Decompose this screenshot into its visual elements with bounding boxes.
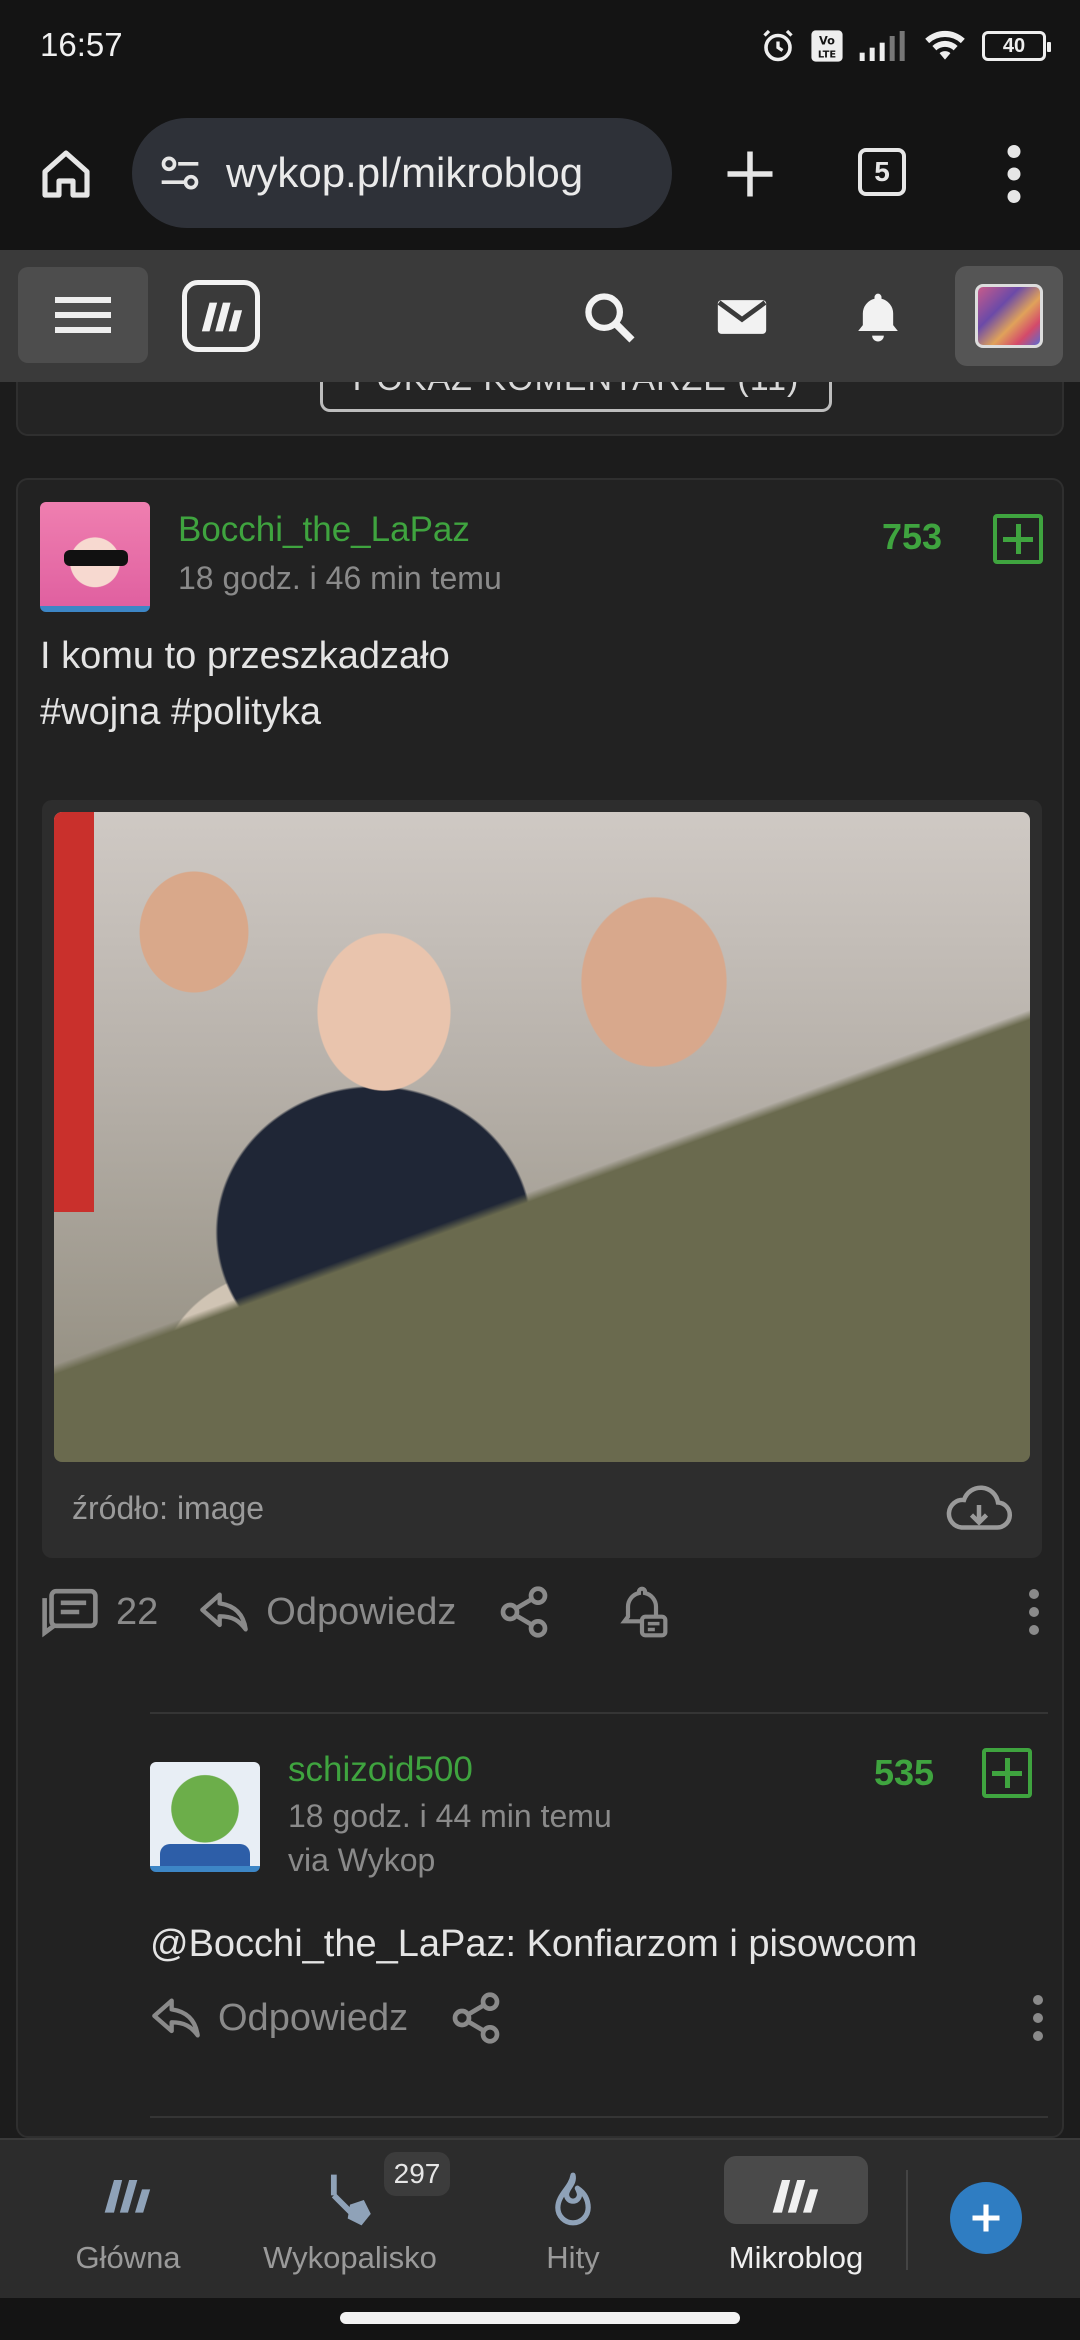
browser-toolbar: wykop.pl/mikroblog 5	[0, 100, 1080, 250]
entry-card: Bocchi_the_LaPaz 18 godz. i 46 min temu …	[16, 478, 1064, 2138]
comment-author-name[interactable]: schizoid500	[288, 1750, 473, 1790]
site-settings-icon[interactable]	[158, 151, 202, 195]
shovel-icon	[330, 2174, 371, 2226]
site-header	[0, 250, 1080, 382]
share-icon[interactable]	[496, 1584, 552, 1640]
avatar-body	[160, 1844, 250, 1866]
volte-icon: VoLTE	[811, 30, 843, 62]
nav-wykopalisko-label: Wykopalisko	[263, 2240, 437, 2275]
observe-bell-icon[interactable]	[614, 1584, 670, 1640]
comments-count: 22	[116, 1590, 159, 1633]
author-name[interactable]: Bocchi_the_LaPaz	[178, 510, 470, 550]
comment-reply-label: Odpowiedz	[218, 1996, 409, 2039]
download-cloud-icon[interactable]	[944, 1484, 1014, 1536]
comment-divider	[150, 1712, 1048, 1714]
post-tags[interactable]: #wojna #polityka	[40, 684, 321, 740]
entry-actions: 22 Odpowiedz	[40, 1572, 1044, 1652]
plus-icon	[972, 2204, 1000, 2232]
battery-indicator: 40	[982, 31, 1051, 61]
mikroblog-logo-icon	[772, 2180, 819, 2213]
gesture-bar-area	[0, 2298, 1080, 2340]
signal-icon	[859, 31, 905, 61]
nav-glowna[interactable]: Główna	[40, 2140, 216, 2300]
reply-label: Odpowiedz	[266, 1590, 457, 1633]
home-icon[interactable]	[38, 146, 94, 202]
comment-time[interactable]: 18 godz. i 44 min temu	[288, 1798, 612, 1835]
search-icon[interactable]	[580, 288, 638, 346]
author-avatar[interactable]	[40, 502, 150, 612]
address-bar[interactable]: wykop.pl/mikroblog	[132, 118, 672, 228]
nav-hity[interactable]: Hity	[500, 2140, 646, 2300]
comment-author-avatar[interactable]	[150, 1762, 260, 1872]
tab-switcher-button[interactable]: 5	[858, 148, 906, 196]
comments-button[interactable]: 22	[40, 1586, 158, 1638]
alarm-icon	[763, 29, 793, 62]
home-logo-icon	[104, 2180, 151, 2213]
user-avatar-button[interactable]	[955, 266, 1063, 366]
post-score: 753	[882, 516, 943, 557]
comment-share-icon[interactable]	[448, 1990, 504, 2046]
nav-mikroblog-label: Mikroblog	[728, 2240, 864, 2275]
comment-upvote-plus-button[interactable]	[982, 1748, 1032, 1798]
show-comments-button[interactable]: POKAŻ KOMENTARZE (11)	[320, 382, 832, 412]
comment-divider-bottom	[150, 2116, 1048, 2118]
add-entry-button[interactable]	[950, 2182, 1022, 2254]
reply-button[interactable]: Odpowiedz	[198, 1588, 456, 1636]
avatar-glasses	[64, 550, 128, 566]
nav-glowna-label: Główna	[75, 2240, 181, 2275]
status-icons: Vo LTE 40	[760, 26, 1051, 66]
url-text: wykop.pl/mikroblog	[226, 149, 584, 196]
bottom-navigation: Główna Wykopalisko 297 Hity Mikroblog	[0, 2138, 1080, 2298]
comment-actions: Odpowiedz	[150, 1978, 1048, 2058]
svg-text:LTE: LTE	[818, 49, 836, 60]
notifications-bell-icon[interactable]	[850, 288, 906, 346]
image-source[interactable]: źródło: image	[72, 1490, 264, 1527]
menu-button[interactable]	[18, 267, 148, 363]
post-text: I komu to przeszkadzało	[40, 635, 450, 677]
post-photo[interactable]	[54, 812, 1030, 1462]
comment-score: 535	[874, 1752, 935, 1793]
new-tab-icon[interactable]	[720, 144, 780, 204]
comment-text: @Bocchi_the_LaPaz: Konfiarzom i pisowcom	[150, 1923, 918, 1965]
avatar	[975, 284, 1043, 348]
embed-image-box: źródło: image	[42, 800, 1042, 1558]
nav-separator	[906, 2170, 908, 2270]
upvote-plus-button[interactable]	[993, 514, 1043, 564]
status-time: 16:57	[40, 26, 123, 63]
reply-icon	[152, 1998, 200, 2038]
hamburger-icon	[55, 297, 111, 333]
nav-hity-label: Hity	[546, 2240, 600, 2275]
post-time[interactable]: 18 godz. i 46 min temu	[178, 560, 502, 597]
mail-icon[interactable]	[712, 288, 772, 346]
comments-icon	[42, 1588, 98, 1638]
comment-reply-button[interactable]: Odpowiedz	[150, 1994, 408, 2042]
comment-via: via Wykop	[288, 1842, 436, 1878]
flame-icon	[555, 2172, 591, 2226]
entry-more-icon[interactable]	[1028, 1588, 1040, 1636]
photo-detail	[54, 812, 94, 1212]
status-bar: 16:57 Vo LTE 40	[0, 0, 1080, 100]
reply-icon	[200, 1592, 249, 1632]
wykop-logo-icon	[201, 302, 243, 332]
browser-menu-icon[interactable]	[1006, 144, 1022, 204]
gesture-handle[interactable]	[340, 2312, 740, 2324]
show-comments-label: POKAŻ KOMENTARZE (11)	[323, 382, 829, 399]
comment-more-icon[interactable]	[1032, 1994, 1044, 2042]
nav-mikroblog[interactable]: Mikroblog	[704, 2140, 888, 2300]
wifi-icon	[925, 30, 965, 60]
wykop-logo[interactable]	[182, 280, 260, 352]
wykopalisko-count-badge: 297	[384, 2152, 450, 2196]
svg-text:Vo: Vo	[819, 34, 835, 48]
